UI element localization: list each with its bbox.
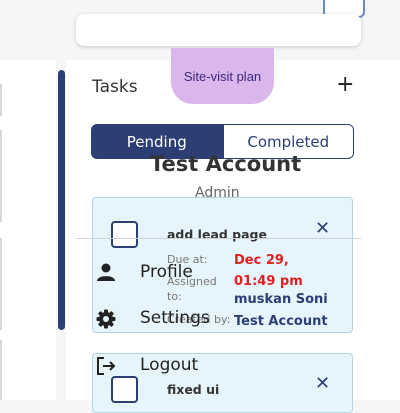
person-icon [97, 263, 115, 281]
task-title: fixed ui [167, 382, 220, 397]
tasks-title: Tasks [92, 77, 138, 97]
left-card-edge [0, 238, 2, 330]
task-title: add lead page [167, 227, 267, 242]
menu-divider [76, 238, 361, 239]
task-card[interactable]: add lead page ✕ Due at: Dec 29, 01:49 pm… [92, 197, 353, 333]
menu-item-settings[interactable]: Settings [140, 308, 210, 328]
due-value: Dec 29, 01:49 pm [234, 253, 303, 289]
left-card-edge [0, 84, 2, 116]
created-value: Test Account [234, 314, 328, 329]
logout-icon [97, 357, 116, 375]
close-icon[interactable]: ✕ [315, 220, 330, 238]
sticky-note[interactable]: Site-visit plan [171, 48, 274, 104]
left-card-edge [0, 340, 2, 400]
close-icon[interactable]: ✕ [315, 375, 330, 393]
assigned-value: muskan Soni [234, 292, 328, 307]
add-task-button[interactable]: + [336, 74, 354, 96]
left-card-edge [0, 130, 2, 222]
scrollbar[interactable] [58, 70, 65, 330]
task-checkbox[interactable] [111, 376, 138, 403]
gear-icon [96, 309, 116, 329]
account-role: Admin [195, 185, 240, 201]
task-card[interactable]: fixed ui ✕ [92, 353, 353, 413]
menu-item-profile[interactable]: Profile [140, 262, 193, 282]
menu-item-logout[interactable]: Logout [140, 355, 198, 375]
left-pane [0, 60, 56, 400]
search-bar[interactable] [76, 14, 361, 46]
account-name: Test Account [150, 152, 302, 176]
task-checkbox[interactable] [111, 221, 138, 248]
